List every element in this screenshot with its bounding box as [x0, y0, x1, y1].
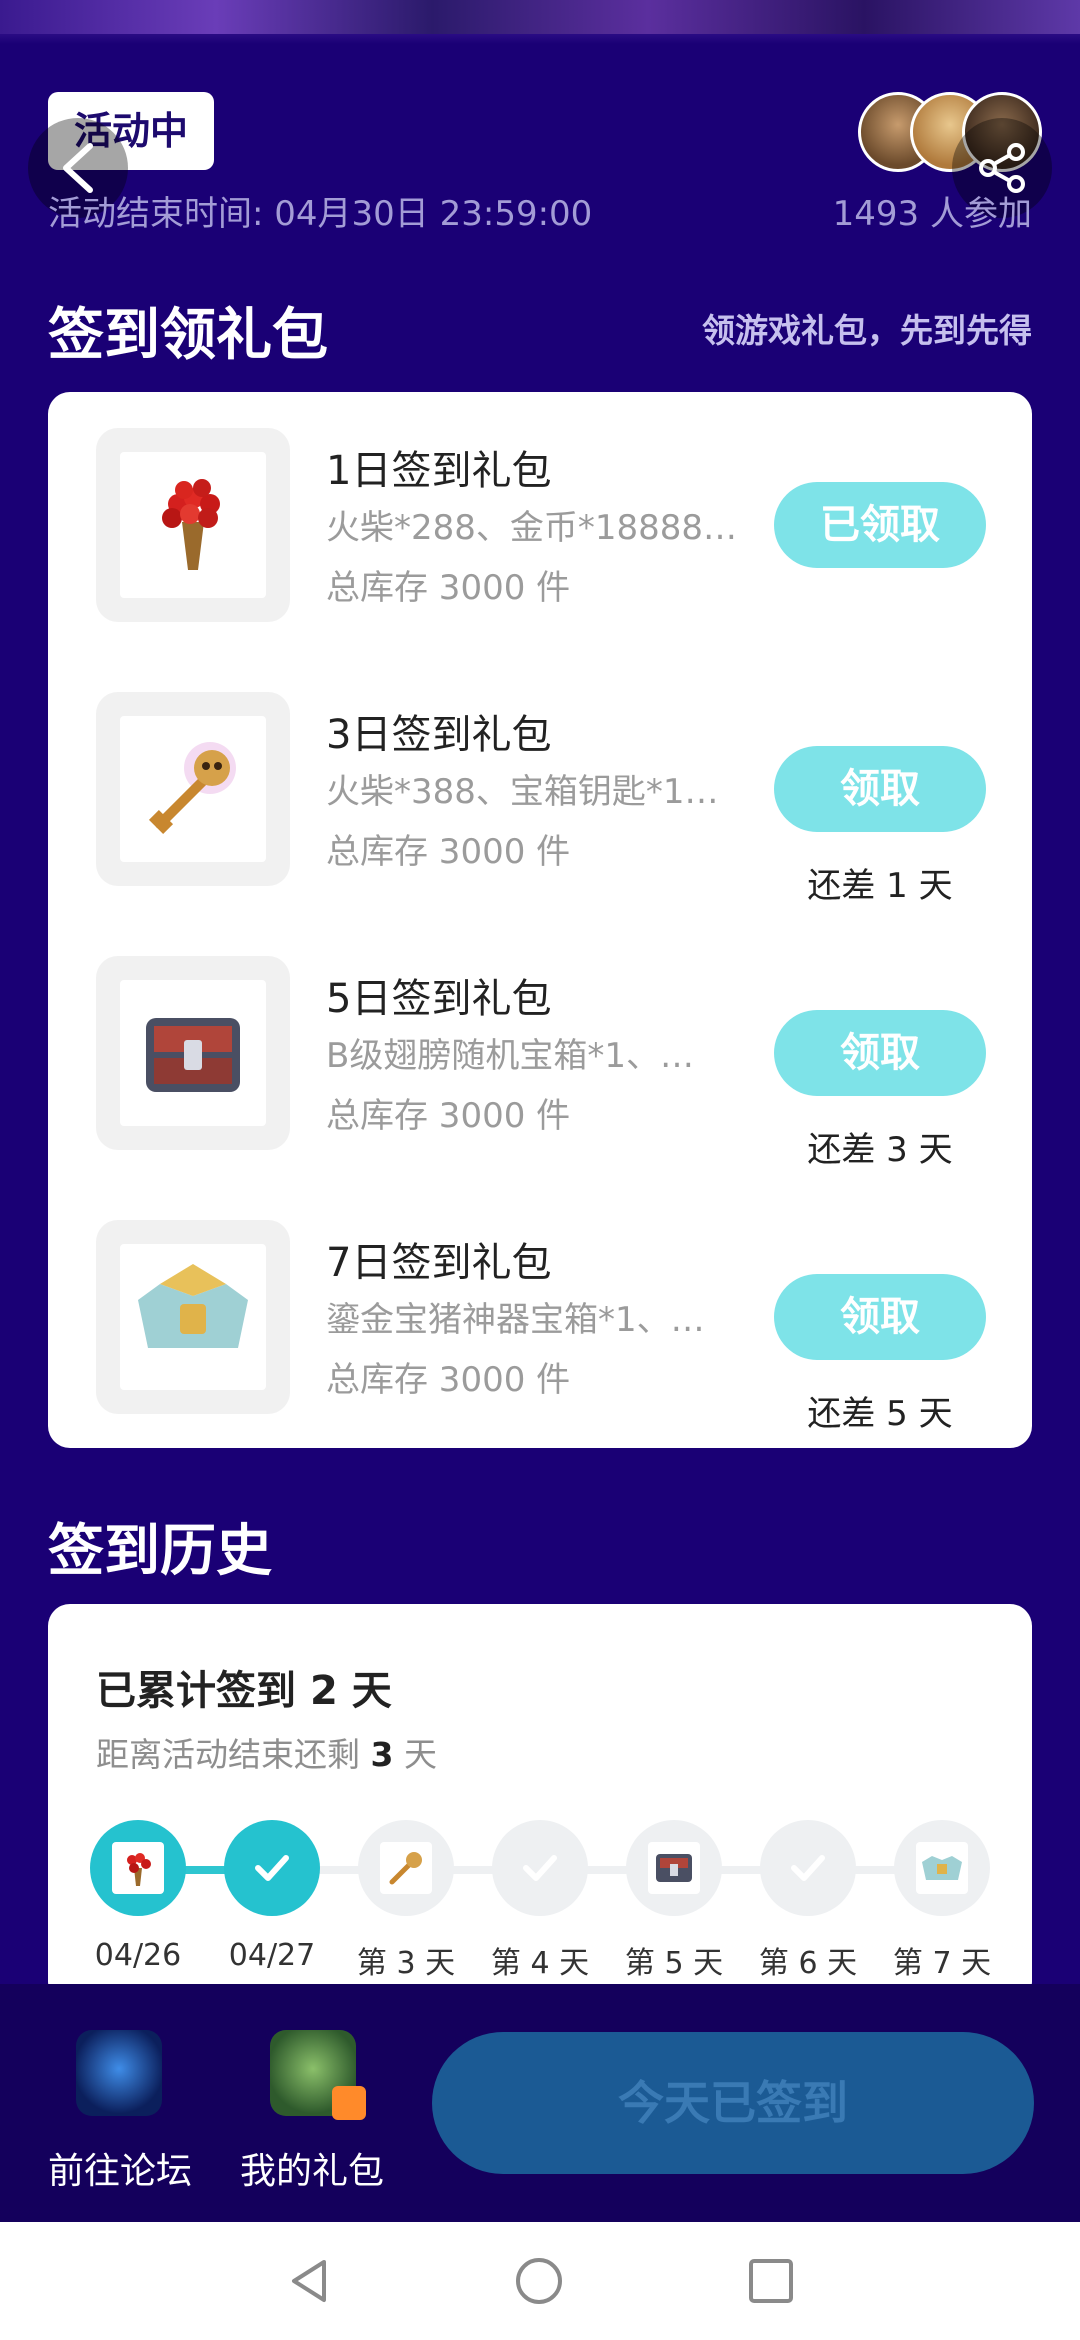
golden-chest-icon	[922, 1856, 962, 1880]
accum-suffix: 天	[351, 1668, 392, 1714]
day-node-pending	[358, 1820, 454, 1916]
remain-prefix: 距离活动结束还剩	[96, 1735, 360, 1774]
bottom-action-bar: 前往论坛 我的礼包 今天已签到	[0, 1984, 1080, 2222]
day-node-pending	[760, 1820, 856, 1916]
gifts-section-subtitle: 领游戏礼包，先到先得	[702, 311, 1032, 350]
gift-stock: 总库存 3000 件	[326, 1096, 571, 1136]
red-flower-bouquet-icon	[162, 479, 220, 570]
day-node-done	[90, 1820, 186, 1916]
gift-name: 1日签到礼包	[326, 448, 552, 494]
skull-key-icon	[389, 1852, 422, 1885]
forum-link[interactable]: 前往论坛	[48, 2142, 192, 2194]
day-node-pending	[626, 1820, 722, 1916]
page: 活动中 活动结束时间: 04月30日 23:59:00 1493 人参加 签到领…	[0, 0, 1080, 2340]
claim-button[interactable]: 领取	[774, 746, 986, 832]
red-flower-bouquet-icon	[127, 1853, 151, 1886]
checked-in-button[interactable]: 今天已签到	[432, 2032, 1034, 2174]
claim-button[interactable]: 领取	[774, 1010, 986, 1096]
home-circle-icon[interactable]	[514, 2256, 564, 2306]
day-label: 第 4 天	[490, 1946, 590, 1981]
history-card: 已累计签到 2 天 距离活动结束还剩 3 天 04/26 04/27 第 3 天…	[48, 1604, 1032, 2004]
days-remaining: 还差 1 天	[807, 866, 953, 906]
gift-row: 5日签到礼包 B级翅膀随机宝箱*1、… 总库存 3000 件 领取 还差 3 天	[48, 920, 1032, 1170]
participant-count: 1493 人参加	[832, 194, 1032, 234]
my-gifts-icon[interactable]	[270, 2030, 366, 2120]
back-triangle-icon[interactable]	[284, 2256, 334, 2306]
gifts-section-title: 签到领礼包	[48, 303, 328, 368]
days-remaining: 还差 5 天	[807, 1394, 953, 1434]
accum-days: 2	[309, 1668, 338, 1714]
day-node-pending	[894, 1820, 990, 1916]
claimed-button[interactable]: 已领取	[774, 482, 986, 568]
gift-contents: 火柴*288、金币*18888…	[326, 508, 738, 548]
accum-prefix: 已累计签到	[96, 1668, 296, 1714]
treasure-chest-icon	[656, 1854, 692, 1882]
remaining-time-text: 距离活动结束还剩 3 天	[96, 1728, 437, 1776]
check-icon	[255, 1855, 289, 1881]
skull-key-icon	[148, 742, 236, 835]
accumulated-checkin-text: 已累计签到 2 天	[96, 1658, 392, 1716]
gift-stock: 总库存 3000 件	[326, 1360, 571, 1400]
gift-row: 1日签到礼包 火柴*288、金币*18888… 总库存 3000 件 已领取	[48, 392, 1032, 622]
gift-contents: 火柴*388、宝箱钥匙*1…	[326, 772, 719, 812]
gift-thumbnail	[96, 428, 290, 622]
gift-name: 5日签到礼包	[326, 976, 552, 1022]
day-label: 第 3 天	[356, 1946, 456, 1981]
gift-thumbnail	[96, 956, 290, 1150]
check-icon	[791, 1855, 825, 1881]
day-label: 04/27	[228, 1938, 316, 1973]
days-remaining: 还差 3 天	[807, 1130, 953, 1170]
system-nav-bar	[0, 2222, 1080, 2340]
remain-days: 3	[370, 1735, 394, 1774]
check-icon	[523, 1855, 557, 1881]
gift-thumbnail	[96, 1220, 290, 1414]
claim-button[interactable]: 领取	[774, 1274, 986, 1360]
history-section-title: 签到历史	[48, 1519, 272, 1584]
gift-contents: B级翅膀随机宝箱*1、…	[326, 1036, 694, 1076]
gift-stock: 总库存 3000 件	[326, 832, 571, 872]
day-label: 第 5 天	[624, 1946, 724, 1981]
gift-stock: 总库存 3000 件	[326, 568, 571, 608]
gift-thumbnail	[96, 692, 290, 886]
event-end-time: 活动结束时间: 04月30日 23:59:00	[48, 194, 593, 234]
gift-name: 3日签到礼包	[326, 712, 552, 758]
day-label: 04/26	[94, 1938, 182, 1973]
forum-icon[interactable]	[76, 2030, 162, 2116]
top-banner-art	[0, 0, 1080, 44]
golden-chest-icon	[138, 1264, 248, 1348]
day-label: 第 6 天	[758, 1946, 858, 1981]
gift-list-card: 1日签到礼包 火柴*288、金币*18888… 总库存 3000 件 已领取 3…	[48, 392, 1032, 1448]
day-node-pending	[492, 1820, 588, 1916]
day-label: 第 7 天	[892, 1946, 992, 1981]
gift-contents: 鎏金宝猪神器宝箱*1、…	[326, 1300, 705, 1340]
gift-name: 7日签到礼包	[326, 1240, 552, 1286]
day-node-done	[224, 1820, 320, 1916]
gift-row: 3日签到礼包 火柴*388、宝箱钥匙*1… 总库存 3000 件 领取 还差 1…	[48, 656, 1032, 906]
gift-row: 7日签到礼包 鎏金宝猪神器宝箱*1、… 总库存 3000 件 领取 还差 5 天	[48, 1184, 1032, 1434]
treasure-chest-icon	[146, 1018, 240, 1092]
remain-suffix: 天	[403, 1735, 437, 1774]
my-gifts-link[interactable]: 我的礼包	[240, 2142, 384, 2194]
recents-square-icon[interactable]	[746, 2256, 796, 2306]
